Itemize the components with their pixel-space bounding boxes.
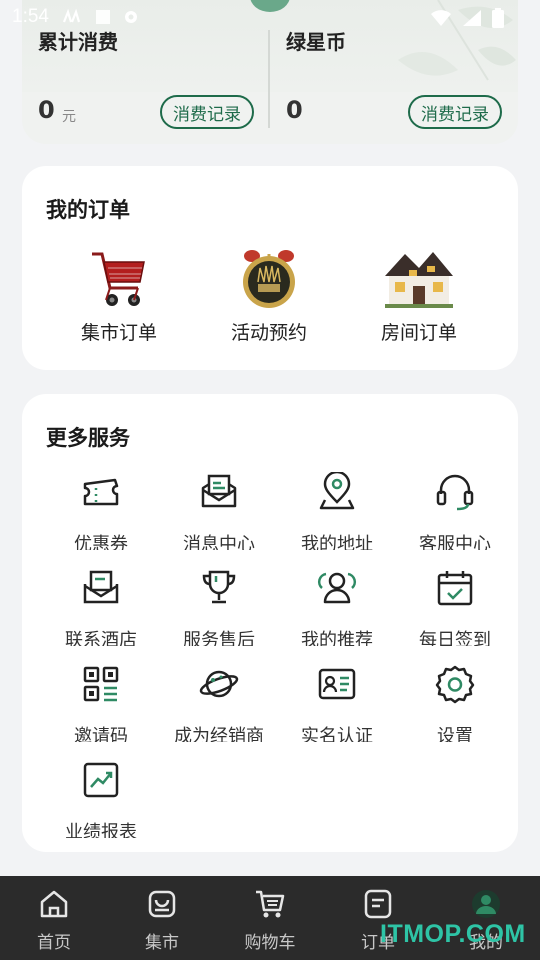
total-spend-value: 0 (38, 96, 55, 124)
nav-label: 集市 (145, 933, 179, 953)
stats-divider (268, 30, 270, 128)
market-bag-icon (148, 890, 176, 918)
order-item-market[interactable]: 集市订单 (44, 246, 194, 346)
alarm-clock-icon (243, 250, 295, 308)
service-label: 我的推荐 (301, 630, 373, 646)
chart-report-icon (83, 762, 119, 798)
service-customer-support[interactable]: 客服中心 (396, 472, 514, 562)
service-label: 成为经销商 (174, 726, 264, 742)
service-performance-report[interactable]: 业绩报表 (42, 760, 160, 850)
service-settings[interactable]: 设置 (396, 664, 514, 754)
green-coin-value: 0 (286, 96, 303, 124)
notification-icons (62, 8, 140, 26)
orders-card: 我的订单 集市订单 活动预约 房间订单 (22, 166, 518, 370)
service-real-name[interactable]: 实名认证 (278, 664, 396, 754)
order-item-label: 集市订单 (80, 322, 157, 344)
service-daily-checkin[interactable]: 每日签到 (396, 568, 514, 658)
service-after-sales[interactable]: 服务售后 (160, 568, 278, 658)
contact-hotel-icon (83, 570, 119, 604)
nav-home[interactable]: 首页 (0, 876, 108, 960)
nav-cart[interactable]: 购物车 (216, 876, 324, 960)
service-contact-hotel[interactable]: 联系酒店 (42, 568, 160, 658)
home-icon (40, 890, 68, 918)
calendar-check-icon (437, 571, 473, 606)
wifi-icon (431, 10, 451, 26)
shopping-cart-icon (92, 252, 145, 306)
cart-icon (256, 890, 285, 918)
services-card: 更多服务 优惠券 消息中心 我的地址 客服中心 联系酒店 服务售后 我的推荐 每… (22, 394, 518, 852)
service-address[interactable]: 我的地址 (278, 472, 396, 562)
image-notification-icon (96, 10, 110, 24)
profile-icon (472, 890, 500, 918)
message-icon (201, 474, 237, 508)
service-label: 服务售后 (183, 630, 255, 646)
order-list-icon (364, 889, 392, 919)
order-item-label: 房间订单 (380, 322, 457, 344)
service-label: 设置 (437, 726, 473, 742)
settings-notification-icon (125, 11, 137, 23)
service-message[interactable]: 消息中心 (160, 472, 278, 562)
watermark: ITMOP.COM (380, 920, 526, 948)
service-label: 每日签到 (419, 630, 491, 646)
coin-record-button[interactable]: 消费记录 (408, 95, 502, 129)
nav-label: 购物车 (244, 933, 296, 953)
id-card-icon (318, 668, 356, 700)
coupon-icon (83, 478, 119, 506)
qr-code-icon (83, 666, 119, 702)
nav-market[interactable]: 集市 (108, 876, 216, 960)
status-right-icons (430, 8, 504, 28)
order-item-room[interactable]: 房间订单 (344, 246, 494, 346)
service-label: 我的地址 (301, 534, 373, 550)
service-become-dealer[interactable]: 成为经销商 (160, 664, 278, 754)
house-icon (385, 252, 453, 308)
service-coupon[interactable]: 优惠券 (42, 472, 160, 562)
app-notification-icon (62, 8, 81, 23)
service-label: 实名认证 (301, 726, 373, 742)
order-item-label: 活动预约 (230, 322, 307, 344)
service-label: 优惠券 (74, 534, 128, 550)
status-time: 1:54 (12, 6, 49, 27)
order-item-activity[interactable]: 活动预约 (194, 246, 344, 346)
service-label: 客服中心 (419, 534, 491, 550)
service-label: 消息中心 (183, 534, 255, 550)
gear-icon (435, 665, 475, 704)
trophy-icon (202, 570, 236, 604)
services-title: 更多服务 (46, 426, 130, 450)
service-label: 业绩报表 (65, 822, 137, 838)
signal-icon (463, 10, 481, 26)
headset-icon (436, 474, 474, 511)
location-icon (319, 472, 355, 510)
status-bar: 1:54 (0, 0, 540, 36)
orders-title: 我的订单 (46, 198, 130, 222)
nav-label: 首页 (37, 933, 71, 953)
recommend-users-icon (317, 572, 357, 604)
battery-icon (492, 8, 504, 28)
service-label: 邀请码 (74, 726, 128, 742)
total-spend-unit: 元 (62, 109, 76, 125)
planet-icon (199, 670, 239, 698)
service-recommend[interactable]: 我的推荐 (278, 568, 396, 658)
service-invite-code[interactable]: 邀请码 (42, 664, 160, 754)
service-label: 联系酒店 (65, 630, 137, 646)
spend-record-button[interactable]: 消费记录 (160, 95, 254, 129)
